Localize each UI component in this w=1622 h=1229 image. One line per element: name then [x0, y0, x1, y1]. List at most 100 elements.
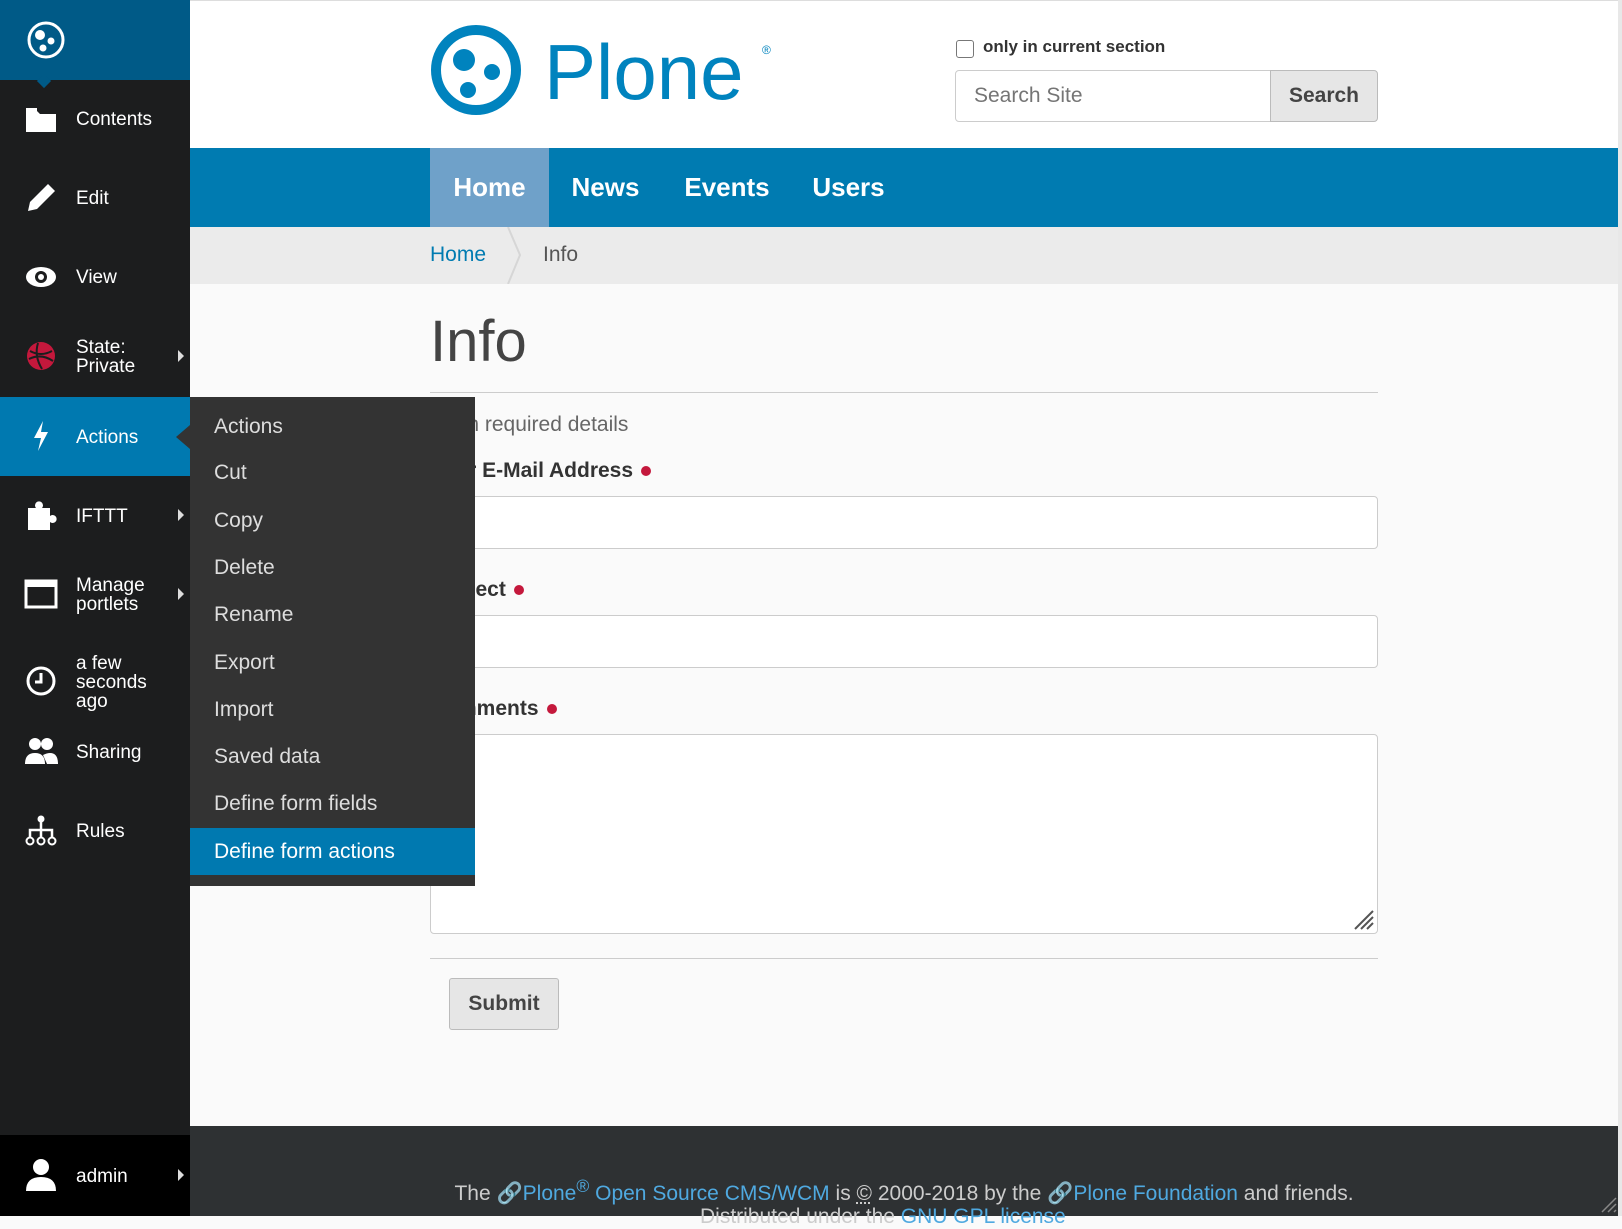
submenu-item-saved-data[interactable]: Saved data: [190, 733, 475, 780]
toolbar-actions-label: Actions: [76, 427, 139, 448]
submenu-header-actions: Actions: [190, 403, 475, 450]
search-section-checkbox-label: only in current section: [983, 37, 1166, 56]
footer-foundation-link[interactable]: Plone Foundation: [1073, 1182, 1238, 1205]
submenu-item-define-form-actions[interactable]: Define form actions: [190, 828, 475, 875]
plone-logo-icon: [27, 21, 65, 59]
footer-plone-link[interactable]: Plone: [523, 1182, 577, 1205]
plone-toolbar: Contents Edit View State: Private Action…: [0, 0, 190, 1216]
svg-text:Plone: Plone: [544, 28, 744, 116]
footer-text: and friends.: [1237, 1182, 1354, 1205]
footer-license-link[interactable]: GNU GPL license: [901, 1205, 1066, 1228]
toolbar-history-label-line2: seconds: [76, 672, 147, 693]
toolbar-actions[interactable]: Actions: [0, 397, 190, 476]
toolbar-logo[interactable]: [0, 0, 190, 89]
submenu-item-define-form-fields[interactable]: Define form fields: [190, 780, 475, 827]
submenu-item-label: Define form actions: [214, 840, 395, 863]
breadcrumb-current: Info: [543, 243, 579, 266]
subject-field[interactable]: [430, 615, 1378, 668]
form-divider: [430, 958, 1378, 959]
required-indicator: [513, 585, 524, 596]
toolbar-history-label-line3: ago: [76, 691, 108, 712]
chevron-right-icon: [178, 588, 184, 600]
submenu-item-export[interactable]: Export: [190, 639, 475, 686]
toolbar-history-label-line1: a few: [76, 653, 122, 674]
link-icon: 🔗: [496, 1182, 523, 1205]
toolbar-ifttt[interactable]: IFTTT: [0, 476, 190, 555]
users-icon: [25, 738, 58, 764]
nav-item-users[interactable]: Users: [792, 148, 905, 227]
svg-text:®: ®: [762, 43, 771, 57]
footer-license-prefix: Distributed under the: [700, 1205, 901, 1228]
window-edge: [1618, 0, 1622, 1216]
toolbar-edit[interactable]: Edit: [0, 159, 190, 238]
window-resize-grip-icon[interactable]: [1598, 1194, 1618, 1214]
nav-item-home[interactable]: Home: [430, 148, 549, 227]
breadcrumb-home[interactable]: Home: [430, 243, 486, 267]
toolbar-contents-label: Contents: [76, 109, 153, 130]
toolbar-manage-portlets-label-line1: Manage: [76, 575, 145, 596]
breadcrumb: [190, 227, 1618, 284]
search-input[interactable]: [955, 70, 1271, 122]
submenu-item-import[interactable]: Import: [190, 686, 475, 733]
submenu-header-label: Actions: [214, 415, 283, 438]
submenu-item-label: Rename: [214, 603, 294, 626]
resize-grip-icon[interactable]: [1351, 907, 1375, 931]
search-button[interactable]: Search: [1270, 70, 1378, 122]
footer-text: The: [454, 1182, 497, 1205]
toolbar-sharing[interactable]: Sharing: [0, 712, 190, 791]
puzzle-icon: [28, 501, 57, 530]
toolbar-state[interactable]: State: Private: [0, 317, 190, 396]
pencil-icon: [28, 184, 55, 211]
toolbar-rules-label: Rules: [76, 821, 125, 842]
footer-text: 2000-2018 by the: [872, 1182, 1048, 1205]
footer-colophon: The 🔗Plone® Open Source CMS/WCM is © 200…: [190, 1176, 1618, 1206]
active-pointer: [176, 425, 190, 449]
search-section-checkbox[interactable]: [956, 40, 974, 58]
nav-item-news[interactable]: News: [549, 148, 662, 227]
link-icon: 🔗: [1047, 1182, 1074, 1205]
page-title: Info: [430, 309, 527, 374]
sitemap-icon: [25, 815, 57, 846]
submenu-item-label: Define form fields: [214, 792, 378, 815]
email-field[interactable]: [430, 496, 1378, 549]
footer-cms-link[interactable]: Open Source CMS/WCM: [589, 1182, 830, 1205]
toolbar-state-label-line1: State:: [76, 337, 126, 358]
submenu-item-label: Saved data: [214, 745, 321, 768]
comments-field[interactable]: [430, 734, 1378, 934]
chevron-right-icon: [178, 1169, 184, 1181]
required-indicator: [546, 704, 557, 715]
required-indicator: [641, 466, 652, 477]
footer-copyright-symbol: ©: [856, 1182, 873, 1205]
submenu-item-rename[interactable]: Rename: [190, 591, 475, 638]
submenu-item-label: Export: [214, 651, 275, 674]
submenu-item-cut[interactable]: Cut: [190, 449, 475, 496]
submenu-item-copy[interactable]: Copy: [190, 497, 475, 544]
toolbar-rules[interactable]: Rules: [0, 791, 190, 870]
clock-icon: [26, 666, 56, 696]
toolbar-manage-portlets-label-line2: portlets: [76, 594, 139, 615]
breadcrumb-separator-icon: [507, 227, 522, 284]
toolbar-contents[interactable]: Contents: [0, 80, 190, 159]
toolbar-edit-label: Edit: [76, 188, 109, 209]
header-top-border: [190, 0, 1618, 1]
title-divider: [430, 392, 1378, 393]
eye-icon: [26, 267, 56, 287]
plone-site-logo[interactable]: Plone ®: [430, 24, 780, 116]
toolbar-ifttt-label: IFTTT: [76, 506, 128, 527]
lightning-icon: [34, 421, 48, 451]
state-icon: [27, 342, 55, 370]
toolbar-sharing-label: Sharing: [76, 742, 142, 763]
toolbar-state-label-line2: Private: [76, 356, 136, 377]
window-icon: [24, 579, 58, 609]
user-icon: [26, 1159, 56, 1191]
site-header: [190, 0, 1618, 148]
toolbar-manage-portlets[interactable]: Manage portlets: [0, 555, 190, 634]
toolbar-view[interactable]: View: [0, 238, 190, 317]
chevron-right-icon: [178, 509, 184, 521]
toolbar-user-label: admin: [76, 1166, 128, 1187]
submit-button[interactable]: Submit: [449, 978, 559, 1030]
toolbar-user[interactable]: admin: [0, 1135, 190, 1216]
submenu-item-delete[interactable]: Delete: [190, 544, 475, 591]
nav-item-events[interactable]: Events: [662, 148, 792, 227]
actions-submenu: Actions Cut Copy Delete Rename Export Im…: [190, 397, 475, 886]
